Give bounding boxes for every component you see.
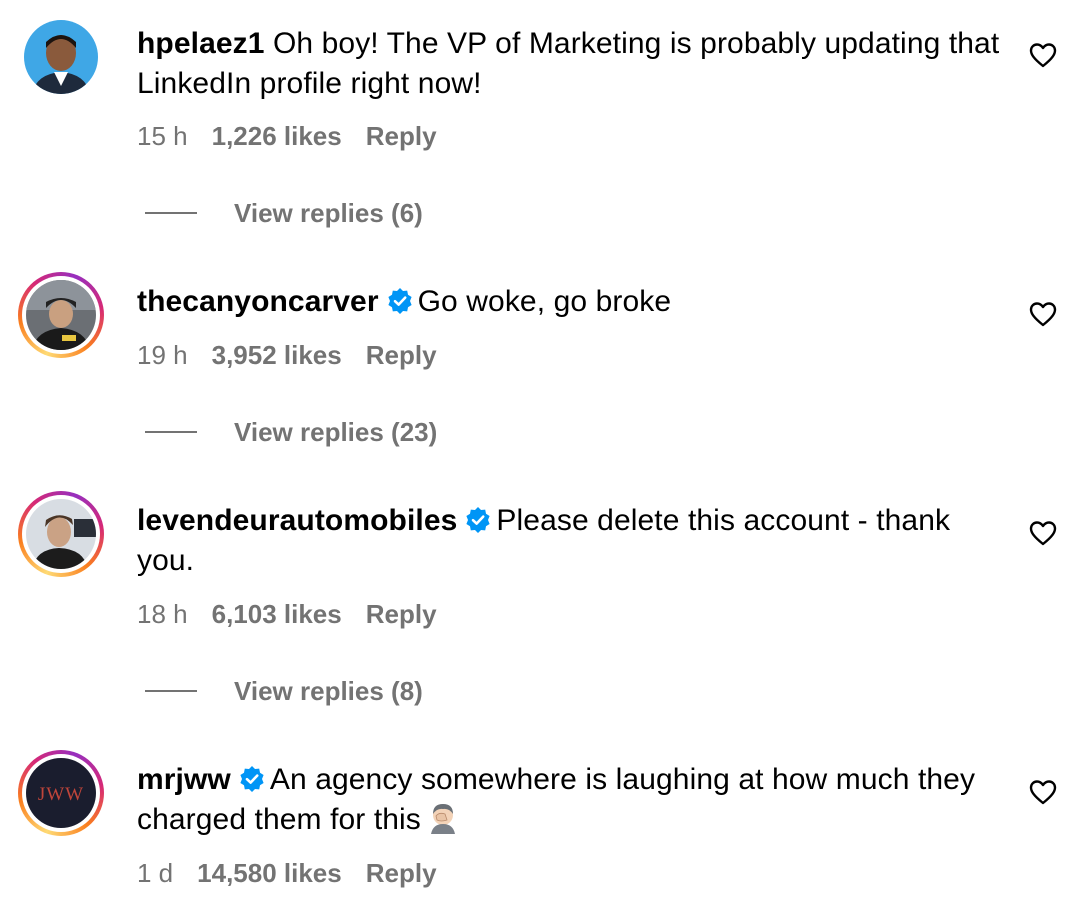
username[interactable]: thecanyoncarver [137,285,379,318]
avatar-image [24,20,98,94]
avatar-image [26,499,96,569]
verified-badge-icon [240,766,264,792]
reply-button[interactable]: Reply [366,121,437,151]
avatar-mrjww[interactable]: JWW [18,750,104,836]
avatar-image [26,280,96,350]
username[interactable]: mrjww [137,763,231,796]
comment-meta: 19 h 3,952 likes Reply [137,339,437,371]
reply-button[interactable]: Reply [366,340,437,370]
replies-divider [145,212,197,214]
reply-button[interactable]: Reply [366,599,437,629]
comment-text-block: thecanyoncarver Go woke, go broke [137,282,1007,322]
heart-icon[interactable] [1029,779,1057,805]
view-replies-button[interactable]: View replies (8) [145,675,423,707]
comment-meta: 1 d 14,580 likes Reply [137,857,437,889]
avatar-story-ring: JWW [22,754,100,832]
username[interactable]: levendeurautomobiles [137,504,457,537]
avatar-monogram: JWW [38,784,84,805]
view-replies-label: View replies (8) [234,675,423,706]
man-facepalming-emoji-icon [430,804,455,834]
avatar-image: JWW [26,758,96,828]
heart-icon[interactable] [1029,520,1057,546]
heart-icon[interactable] [1029,42,1057,68]
username[interactable]: hpelaez1 [137,27,265,60]
comment-likes[interactable]: 6,103 likes [212,599,342,629]
view-replies-button[interactable]: View replies (6) [145,197,423,229]
comment-text-block: levendeurautomobiles Please delete this a… [137,501,1007,581]
comment-time[interactable]: 19 h [137,340,188,370]
view-replies-label: View replies (6) [234,197,423,228]
comment-text-block: mrjww An agency somewhere is laughing at … [137,760,1007,840]
verified-badge-icon [466,507,491,533]
avatar-story-ring [22,276,100,354]
comment-meta: 15 h 1,226 likes Reply [137,120,437,152]
replies-divider [145,431,197,433]
comment-text-block: hpelaez1 Oh boy! The VP of Marketing is … [137,24,1007,104]
comment-body: Oh boy! The VP of Marketing is probably … [137,27,1000,100]
replies-divider [145,690,197,692]
comment-likes[interactable]: 14,580 likes [197,858,342,888]
comment-likes[interactable]: 3,952 likes [212,340,342,370]
reply-button[interactable]: Reply [366,858,437,888]
comment-time[interactable]: 18 h [137,599,188,629]
comment-meta: 18 h 6,103 likes Reply [137,598,437,630]
comment-time[interactable]: 1 d [137,858,173,888]
avatar-levendeurautomobiles[interactable] [18,491,104,577]
view-replies-button[interactable]: View replies (23) [145,416,437,448]
heart-icon[interactable] [1029,301,1057,327]
comment-time[interactable]: 15 h [137,121,188,151]
avatar-hpelaez1[interactable] [18,14,104,100]
avatar-story-ring [22,495,100,573]
verified-badge-icon [388,288,412,314]
comment-body: Go woke, go broke [417,285,672,318]
view-replies-label: View replies (23) [234,416,438,447]
avatar-thecanyoncarver[interactable] [18,272,104,358]
comment-likes[interactable]: 1,226 likes [212,121,342,151]
